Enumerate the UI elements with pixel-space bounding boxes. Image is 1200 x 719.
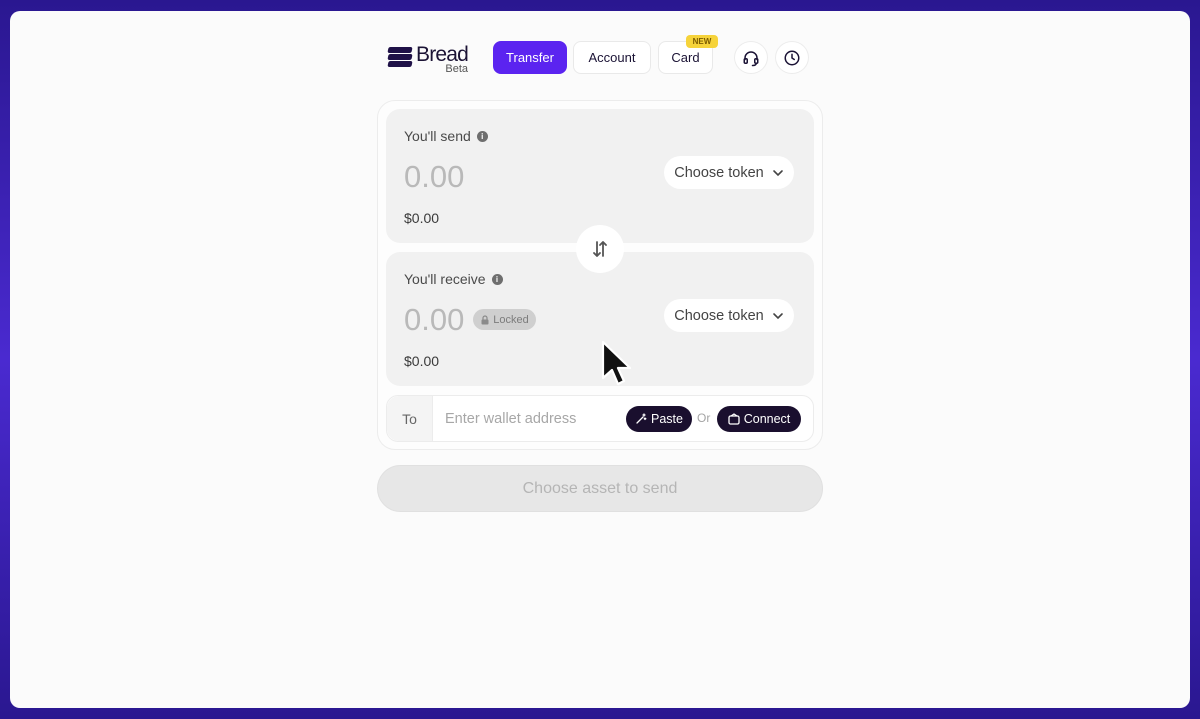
send-label: You'll send <box>404 128 471 144</box>
bread-logo[interactable]: Bread Beta <box>387 44 469 75</box>
locked-label: Locked <box>493 313 529 326</box>
wallet-address-input[interactable] <box>445 408 625 430</box>
chevron-down-icon <box>772 312 783 319</box>
submit-button[interactable]: Choose asset to send <box>377 465 823 512</box>
clock-icon <box>784 50 800 65</box>
swap-direction-button[interactable] <box>576 225 624 273</box>
locked-badge: Locked <box>473 309 536 330</box>
recipient-row: To Paste Or Connect <box>386 395 814 442</box>
connect-wallet-button[interactable]: Connect <box>717 406 801 432</box>
send-amount-input[interactable]: 0.00 <box>404 159 464 195</box>
send-choose-token-button[interactable]: Choose token <box>664 156 794 189</box>
swap-arrows-icon <box>593 241 607 257</box>
new-badge: NEW <box>686 35 718 48</box>
paste-label: Paste <box>651 412 683 426</box>
info-icon[interactable]: i <box>491 273 503 285</box>
send-token-label: Choose token <box>674 164 764 181</box>
receive-choose-token-button[interactable]: Choose token <box>664 299 794 332</box>
receive-label: You'll receive <box>404 271 486 287</box>
history-button[interactable] <box>775 41 809 74</box>
to-label: To <box>387 396 433 441</box>
chevron-down-icon <box>772 169 783 176</box>
send-usd-value: $0.00 <box>404 210 440 226</box>
receive-token-label: Choose token <box>674 307 764 324</box>
tab-transfer[interactable]: Transfer <box>493 41 567 74</box>
support-button[interactable] <box>734 41 768 74</box>
tab-account[interactable]: Account <box>573 41 651 74</box>
magic-wand-icon <box>636 413 647 424</box>
wallet-icon <box>728 413 740 425</box>
bread-logo-icon <box>387 47 413 69</box>
receive-amount: 0.00 <box>404 302 465 337</box>
or-label: Or <box>697 411 711 425</box>
paste-button[interactable]: Paste <box>626 406 692 432</box>
receive-usd-value: $0.00 <box>404 353 440 369</box>
info-icon[interactable]: i <box>476 130 488 142</box>
connect-label: Connect <box>743 412 791 426</box>
send-panel: You'll send i 0.00 $0.00 Choose token <box>386 109 814 243</box>
headset-icon <box>743 50 759 66</box>
lock-icon <box>481 314 489 324</box>
mouse-cursor-icon <box>601 340 632 386</box>
